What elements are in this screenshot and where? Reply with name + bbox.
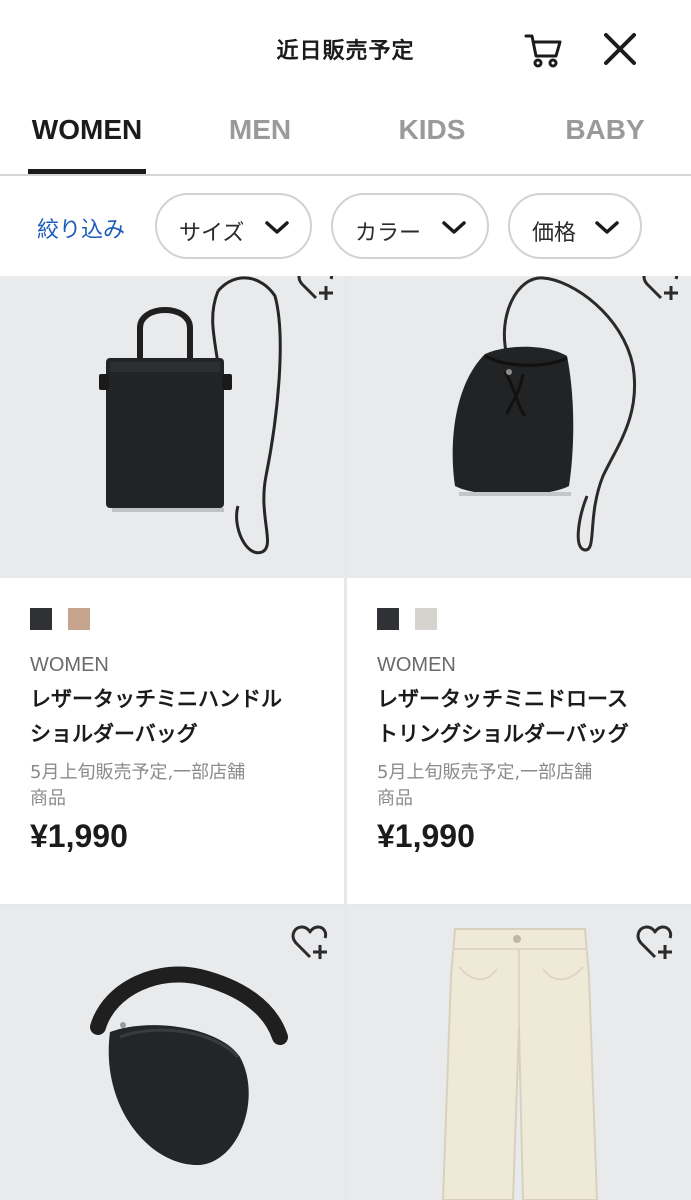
tab-kids[interactable]: KIDS (384, 114, 480, 174)
product-name-line: レザータッチミニドロース (377, 687, 628, 711)
chevron-down-icon (442, 221, 466, 234)
product-card[interactable] (0, 907, 344, 1200)
availability-note-line: 5月上旬販売予定,一部店舗 (377, 762, 593, 783)
availability-note-line: 5月上旬販売予定,一部店舗 (30, 762, 246, 783)
product-image-crescent-bag[interactable] (0, 907, 344, 1200)
size-filter-label: サイズ (179, 221, 245, 246)
product-image-pants[interactable] (347, 907, 691, 1200)
color-swatch[interactable] (377, 608, 399, 630)
color-swatch[interactable] (415, 608, 437, 630)
tab-baby-label: BABY (565, 114, 645, 145)
product-price: ¥1,990 (30, 818, 128, 854)
favorite-add-icon[interactable] (635, 923, 675, 961)
tab-women[interactable]: WOMEN (28, 114, 146, 174)
product-image-handle-bag[interactable] (0, 276, 344, 578)
color-filter-button[interactable]: カラー (331, 193, 489, 259)
product-price: ¥1,990 (377, 818, 475, 854)
product-name-line: レザータッチミニハンドル (30, 687, 282, 711)
close-icon[interactable] (598, 27, 642, 71)
color-swatch[interactable] (68, 608, 90, 630)
product-gender: WOMEN (377, 654, 456, 676)
filter-bar: 絞り込み サイズ カラー 価格 (0, 178, 691, 274)
product-name-line: ショルダーバッグ (30, 722, 198, 746)
product-image-drawstring-bag[interactable] (347, 276, 691, 578)
active-tab-indicator (28, 169, 146, 174)
product-card[interactable]: WOMEN レザータッチミニハンドル ショルダーバッグ 5月上旬販売予定,一部店… (0, 276, 344, 904)
color-swatches (30, 608, 90, 630)
cart-icon[interactable] (522, 28, 564, 70)
product-card[interactable] (347, 907, 691, 1200)
favorite-add-icon[interactable] (296, 276, 336, 302)
price-filter-label: 価格 (532, 221, 577, 246)
product-name[interactable]: レザータッチミニドロース トリングショルダーバッグ (377, 682, 677, 752)
availability-note-line: 商品 (377, 788, 413, 809)
tab-baby[interactable]: BABY (556, 114, 654, 174)
availability-note: 5月上旬販売予定,一部店舗 商品 (377, 760, 647, 812)
chevron-down-icon (265, 221, 289, 234)
tab-men[interactable]: MEN (210, 114, 310, 174)
chevron-down-icon (595, 221, 619, 234)
availability-note-line: 商品 (30, 788, 66, 809)
product-card[interactable]: WOMEN レザータッチミニドロース トリングショルダーバッグ 5月上旬販売予定… (347, 276, 691, 904)
favorite-add-icon[interactable] (290, 923, 330, 961)
refine-link[interactable]: 絞り込み (37, 212, 125, 244)
favorite-add-icon[interactable] (641, 276, 681, 302)
product-name-line: トリングショルダーバッグ (377, 722, 629, 746)
price-filter-button[interactable]: 価格 (508, 193, 642, 259)
app-header: 近日販売予定 (0, 0, 691, 100)
product-info: WOMEN レザータッチミニハンドル ショルダーバッグ 5月上旬販売予定,一部店… (0, 578, 344, 904)
color-filter-label: カラー (355, 221, 422, 246)
color-swatch[interactable] (30, 608, 52, 630)
category-tabs: WOMEN MEN KIDS BABY (0, 100, 691, 176)
page-title: 近日販売予定 (276, 39, 415, 64)
product-name[interactable]: レザータッチミニハンドル ショルダーバッグ (30, 682, 330, 752)
product-info: WOMEN レザータッチミニドロース トリングショルダーバッグ 5月上旬販売予定… (347, 578, 691, 904)
tab-women-label: WOMEN (31, 114, 143, 145)
tab-men-label: MEN (228, 114, 292, 145)
availability-note: 5月上旬販売予定,一部店舗 商品 (30, 760, 300, 812)
size-filter-button[interactable]: サイズ (155, 193, 312, 259)
color-swatches (377, 608, 437, 630)
tab-kids-label: KIDS (398, 114, 466, 145)
product-gender: WOMEN (30, 654, 109, 676)
product-grid: WOMEN レザータッチミニハンドル ショルダーバッグ 5月上旬販売予定,一部店… (0, 276, 691, 1200)
